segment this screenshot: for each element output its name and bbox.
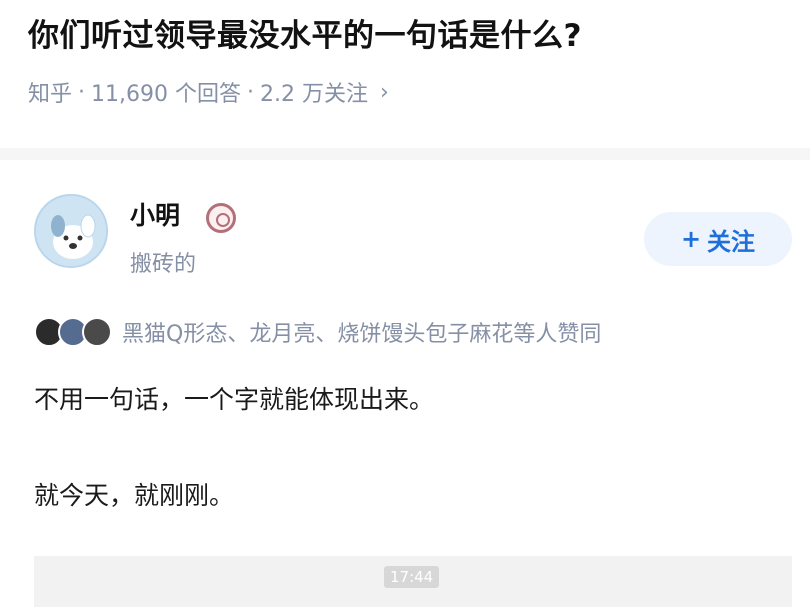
followers-count: 2.2 万关注 [260,82,368,107]
voter-avatar [82,317,112,347]
answer-paragraph: 不用一句话，一个字就能体现出来。 [34,385,435,414]
author-avatar[interactable] [34,194,108,268]
voters-row[interactable]: 黑猫Q形态、龙月亮、烧饼馒头包子麻花等人赞同 [34,316,601,348]
dog-avatar-icon [36,196,106,266]
source-label: 知乎 [28,82,73,107]
divider-band [0,148,810,160]
meta-separator: · [247,79,254,105]
answer-paragraph: 就今天，就刚刚。 [34,481,235,510]
plus-icon: + [680,225,702,253]
chevron-right-icon[interactable]: › [380,80,389,105]
question-title[interactable]: 你们听过领导最没水平的一句话是什么? [28,10,582,55]
voters-text: 黑猫Q形态、龙月亮、烧饼馒头包子麻花等人赞同 [122,322,602,347]
author-name[interactable]: 小明 [130,196,180,232]
follow-label: 关注 [707,227,756,256]
answer-card: 小明 搬砖的 + 关注 黑猫Q形态、龙月亮、烧饼馒头包子麻花等人赞同 不用一句话… [0,160,810,607]
voter-avatars [34,317,116,347]
question-meta[interactable]: 知乎 · 11,690 个回答 · 2.2 万关注 › [28,76,389,108]
video-timestamp: 17:44 [384,566,440,588]
badge-icon [206,203,236,233]
author-headline: 搬砖的 [130,252,197,277]
video-placeholder[interactable]: 17:44 [34,556,792,607]
answers-count: 11,690 个回答 [91,82,241,107]
meta-separator: · [78,79,86,105]
follow-button[interactable]: + 关注 [644,212,792,266]
